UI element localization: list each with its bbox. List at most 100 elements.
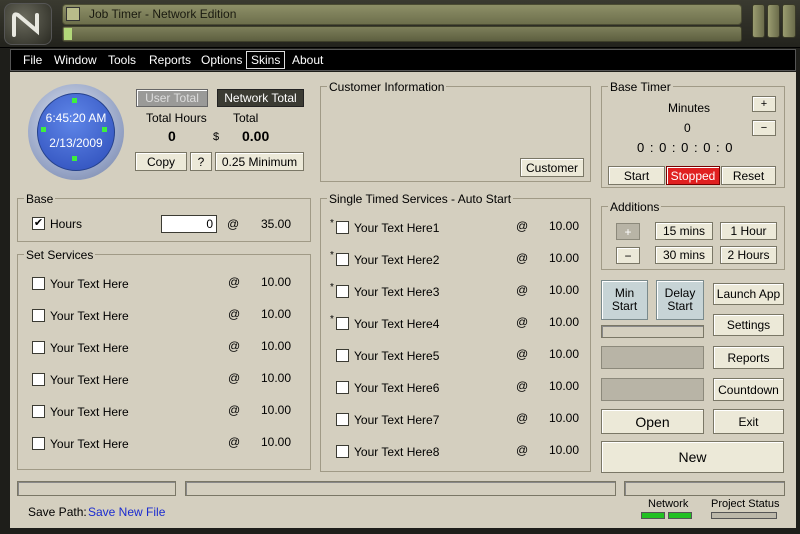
status-field-2 [185,481,616,496]
service-at: @ [516,443,529,457]
project-status-indicator [711,512,777,519]
service-rate: 10.00 [549,283,580,297]
base-title: Base [24,192,56,206]
service-checkbox[interactable] [32,373,45,386]
service-checkbox[interactable] [336,285,349,298]
service-label: Your Text Here [50,373,129,387]
service-at: @ [516,251,529,265]
service-checkbox[interactable] [336,349,349,362]
exit-button[interactable]: Exit [713,409,784,434]
network-total-button[interactable]: Network Total [217,89,304,107]
service-checkbox[interactable] [32,277,45,290]
menu-options[interactable]: Options [197,51,246,69]
additions-plus-button[interactable]: + [616,223,640,240]
service-rate: 10.00 [549,347,580,361]
service-checkbox[interactable] [336,253,349,266]
minimize-button[interactable] [752,4,765,38]
menu-about[interactable]: About [288,51,327,69]
service-rate: 10.00 [261,275,292,289]
save-path-link[interactable]: Save New File [88,505,165,519]
min-start-button[interactable]: Min Start [601,280,648,320]
network-indicator-1 [641,512,665,519]
service-at: @ [516,219,529,233]
countdown-button[interactable]: Countdown [713,378,784,401]
add-15-mins-button[interactable]: 15 mins [655,222,713,240]
service-checkbox[interactable] [32,405,45,418]
service-checkbox[interactable] [32,437,45,450]
service-checkbox[interactable] [336,317,349,330]
service-at: @ [228,339,241,353]
timer-status-button[interactable]: Stopped [666,166,720,185]
total-hours-label: Total Hours [146,111,207,125]
clock-marker-top [72,98,77,103]
service-checkbox[interactable] [336,445,349,458]
maximize-button[interactable] [767,4,780,38]
additions-minus-button[interactable]: − [616,247,640,264]
menu-window[interactable]: Window [50,51,101,69]
hours-checkbox[interactable]: ✔ [32,217,45,230]
customer-button[interactable]: Customer [520,158,584,177]
total-hours-value: 0 [168,128,176,144]
service-at: @ [516,283,529,297]
service-rate: 10.00 [261,371,292,385]
menu-tools[interactable]: Tools [104,51,140,69]
menu-reports[interactable]: Reports [145,51,195,69]
delay-start-button[interactable]: Delay Start [656,280,704,320]
close-button[interactable] [782,4,796,38]
service-at: @ [228,275,241,289]
add-2-hours-button[interactable]: 2 Hours [720,246,777,264]
network-label: Network [648,498,689,510]
open-button[interactable]: Open [601,409,704,434]
app-small-icon [66,7,80,21]
service-at: @ [516,379,529,393]
service-rate: 10.00 [549,443,580,457]
menu-file[interactable]: File [19,51,46,69]
timed-services-group [320,198,591,472]
service-checkbox[interactable] [32,341,45,354]
service-star-marker: * [330,250,334,261]
service-at: @ [516,347,529,361]
service-checkbox[interactable] [336,413,349,426]
copy-button[interactable]: Copy [135,152,187,171]
base-timer-title: Base Timer [608,80,673,94]
service-label: Your Text Here5 [354,349,440,363]
service-checkbox[interactable] [336,221,349,234]
service-star-marker: * [330,314,334,325]
service-rate: 10.00 [549,411,580,425]
title-progress-bar [62,26,742,42]
start-status-field [601,325,704,338]
launch-app-button[interactable]: Launch App [713,283,784,305]
service-checkbox[interactable] [336,381,349,394]
service-checkbox[interactable] [32,309,45,322]
hours-at: @ [227,217,240,231]
timer-reset-button[interactable]: Reset [721,166,776,185]
service-label: Your Text Here6 [354,381,440,395]
service-rate: 10.00 [549,219,580,233]
hours-input[interactable]: 0 [161,215,217,233]
clock-marker-left [41,127,46,132]
service-rate: 10.00 [261,339,292,353]
help-button[interactable]: ? [190,152,212,171]
service-label: Your Text Here8 [354,445,440,459]
reports-button[interactable]: Reports [713,346,784,369]
service-label: Your Text Here [50,309,129,323]
window-title[interactable]: Job Timer - Network Edition [62,4,742,25]
service-rate: 10.00 [261,435,292,449]
minimum-button[interactable]: 0.25 Minimum [215,152,304,171]
clock-marker-right [102,127,107,132]
add-1-hour-button[interactable]: 1 Hour [720,222,777,240]
total-value: 0.00 [242,128,270,144]
minutes-plus-button[interactable]: + [752,96,776,112]
disabled-action-button-1 [601,346,704,369]
new-button[interactable]: New [601,441,784,473]
service-label: Your Text Here4 [354,317,440,331]
user-total-button[interactable]: User Total [136,89,208,107]
add-30-mins-button[interactable]: 30 mins [655,246,713,264]
title-progress-fill [64,28,72,40]
minutes-minus-button[interactable]: − [752,120,776,136]
settings-button[interactable]: Settings [713,314,784,336]
clock-time: 6:45:20 AM [45,111,107,125]
menu-skins[interactable]: Skins [246,51,286,69]
additions-title: Additions [608,200,662,214]
timer-start-button[interactable]: Start [608,166,665,185]
